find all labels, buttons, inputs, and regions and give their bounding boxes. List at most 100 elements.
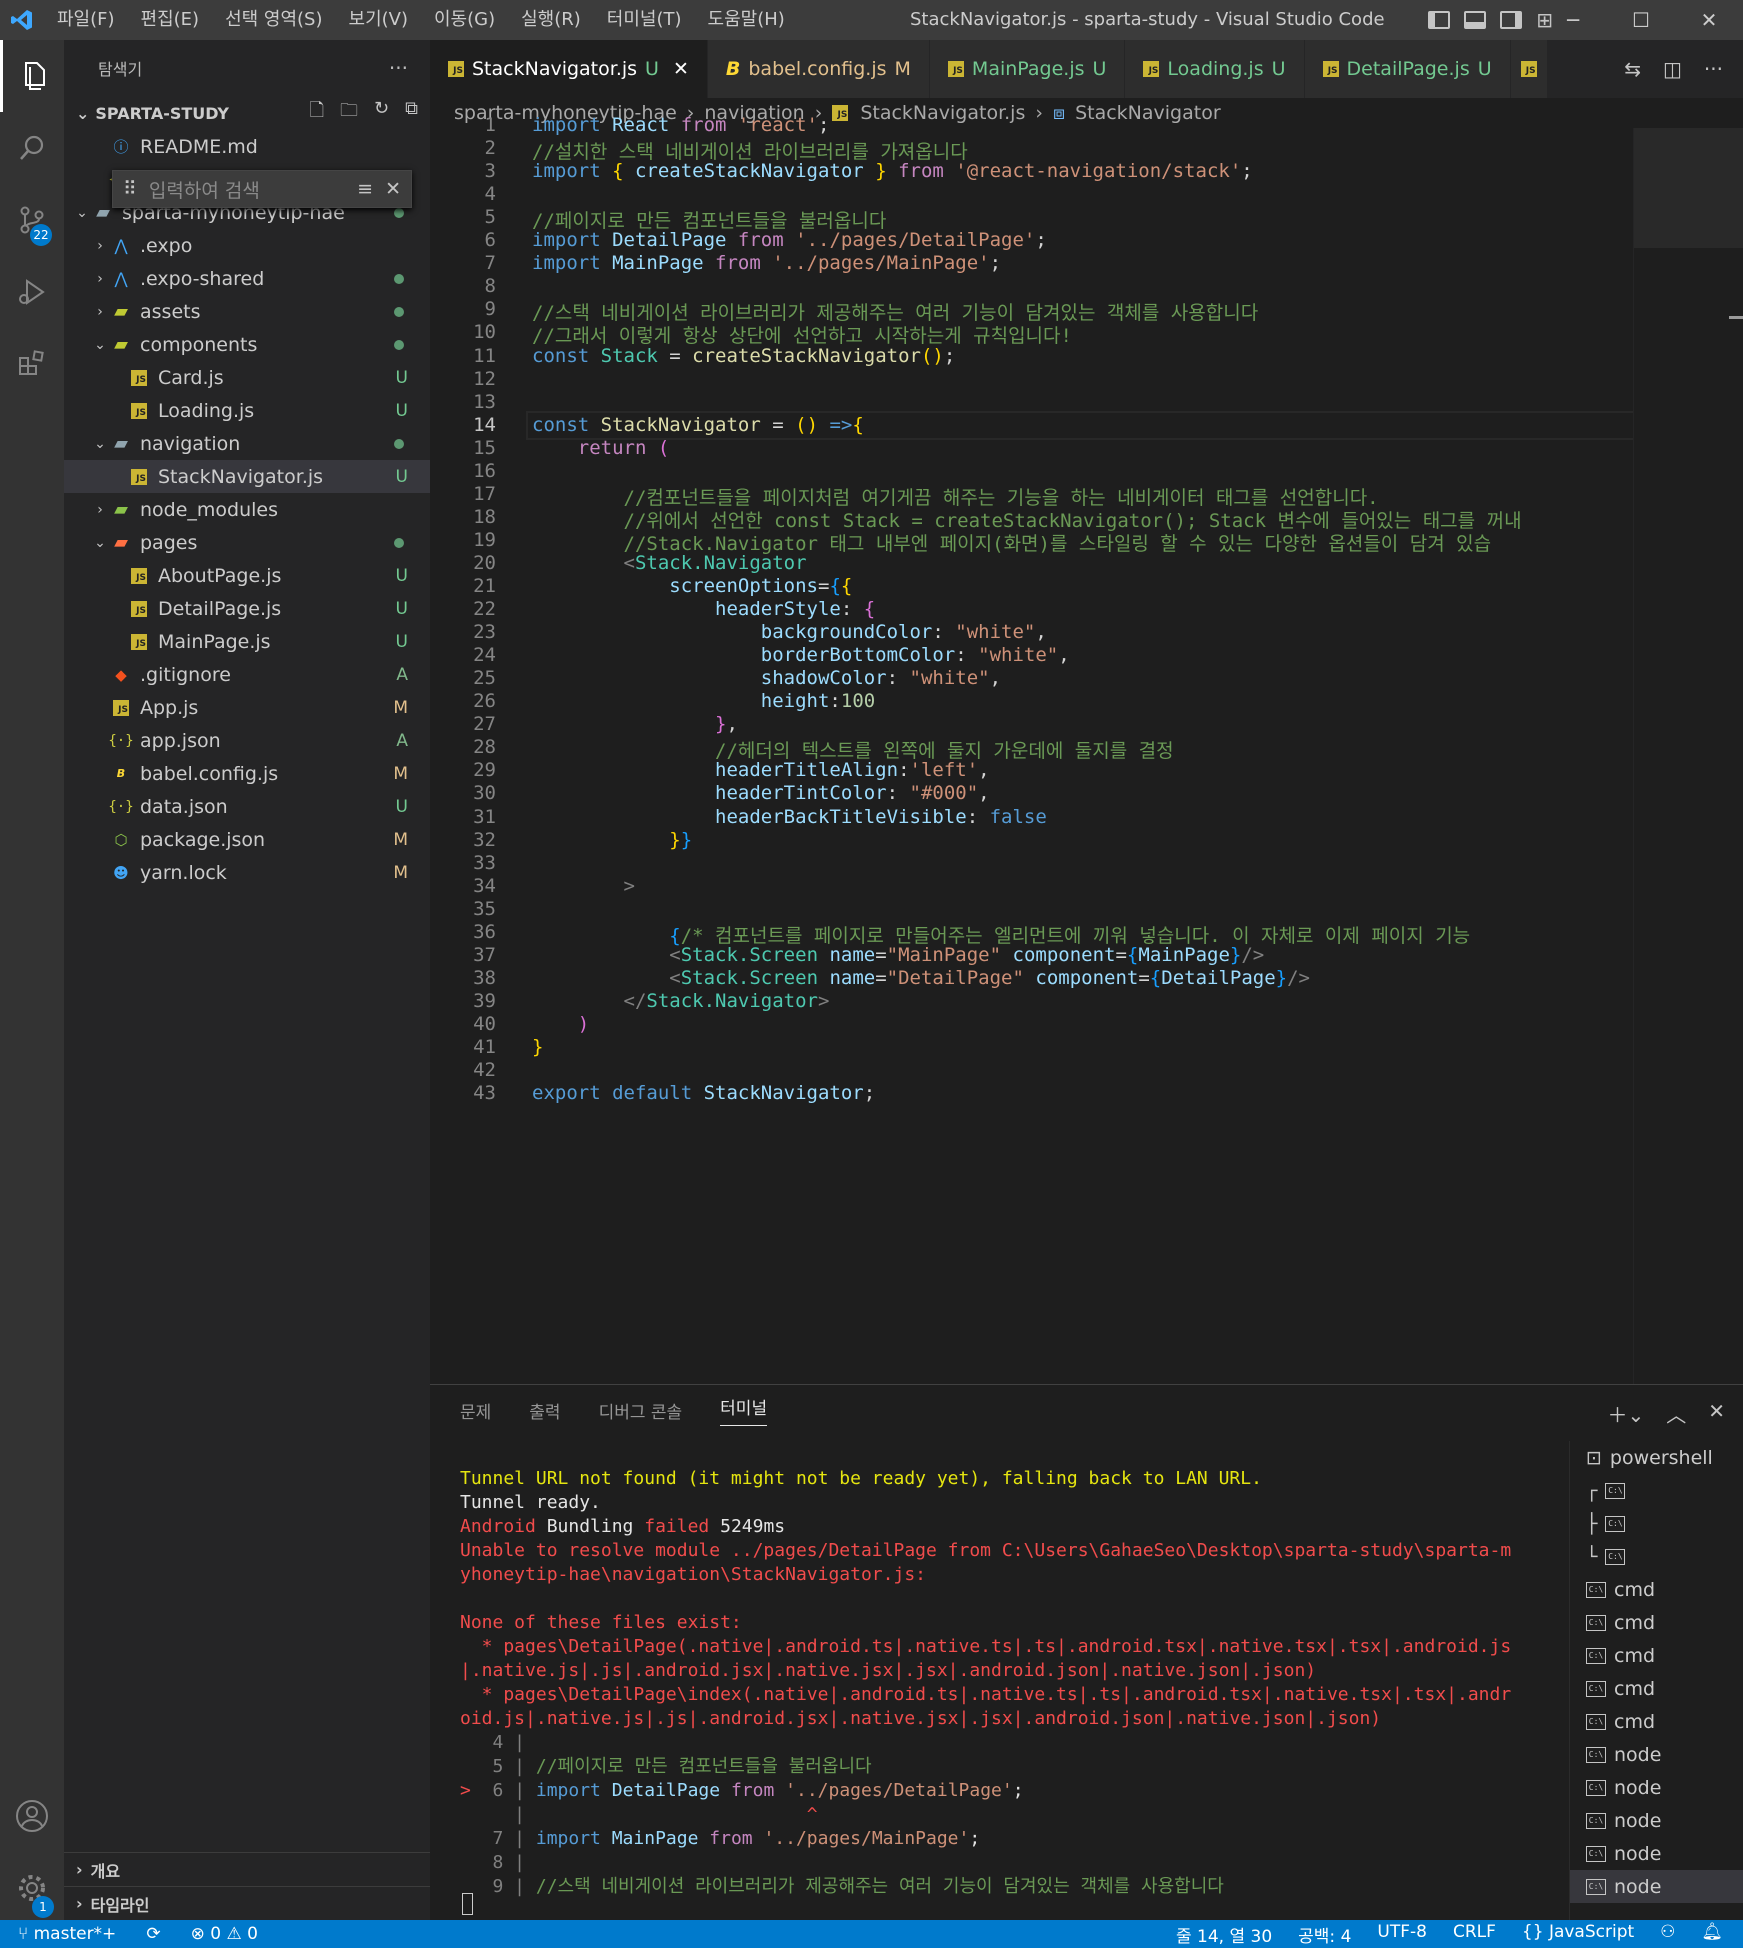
indentation[interactable]: 공백: 4: [1298, 1922, 1351, 1947]
terminal-output[interactable]: Tunnel URL not found (it might not be re…: [460, 1467, 1511, 1899]
terminal-instance[interactable]: └ C:\: [1570, 1540, 1743, 1573]
tree-item[interactable]: JS Loading.js U: [64, 394, 430, 427]
tree-item[interactable]: JS MainPage.js U: [64, 625, 430, 658]
menu-item-0[interactable]: 파일(F): [44, 0, 128, 40]
editor-tab-overflow[interactable]: JS: [1510, 40, 1548, 98]
terminal-instance[interactable]: C:\ cmd: [1570, 1606, 1743, 1639]
maximize-button[interactable]: ☐: [1607, 0, 1675, 40]
editor-tab[interactable]: JS MainPage.js U: [929, 40, 1126, 98]
more-actions-icon[interactable]: ···: [1704, 57, 1723, 81]
editor-tab[interactable]: JS StackNavigator.js U ✕: [430, 40, 708, 98]
editor-tab[interactable]: JS DetailPage.js U: [1304, 40, 1511, 98]
project-header[interactable]: ⌄ SPARTA-STUDY 🗋 🗀 ↻ ⧉: [64, 96, 430, 130]
tree-item[interactable]: ⌄ ▰ components: [64, 328, 430, 361]
terminal-instance[interactable]: C:\ cmd: [1570, 1705, 1743, 1738]
language-mode[interactable]: {} JavaScript: [1522, 1922, 1634, 1947]
code-editor[interactable]: 1 import React from 'react'; 2//설치한 스택 네비게…: [430, 114, 1743, 1384]
breadcrumb-item[interactable]: StackNavigator: [1075, 102, 1221, 124]
tree-item[interactable]: › ▰ assets: [64, 295, 430, 328]
menu-item-6[interactable]: 터미널(T): [594, 0, 695, 40]
terminal-instance[interactable]: ├ C:\: [1570, 1507, 1743, 1540]
tree-item[interactable]: ◆ .gitignore A: [64, 658, 430, 691]
maximize-panel-icon[interactable]: ︿: [1666, 1399, 1686, 1428]
minimap-slider[interactable]: [1634, 128, 1743, 248]
toggle-panel-icon[interactable]: [1464, 11, 1487, 29]
tree-item[interactable]: JS Card.js U: [64, 361, 430, 394]
explorer-activity[interactable]: [0, 40, 64, 112]
menu-item-2[interactable]: 선택 영역(S): [212, 0, 335, 40]
split-editor-icon[interactable]: ◫: [1663, 57, 1682, 81]
terminal-instance[interactable]: C:\ cmd: [1570, 1573, 1743, 1606]
terminal-instance[interactable]: C:\ node: [1570, 1870, 1743, 1903]
tree-item[interactable]: {·} app.json A: [64, 724, 430, 757]
panel-tab[interactable]: 디버그 콘솔: [599, 1398, 683, 1423]
search-activity[interactable]: [0, 112, 64, 184]
panel-tab[interactable]: 출력: [529, 1398, 560, 1423]
tree-item[interactable]: Bbabel.config.js M: [64, 757, 430, 790]
breadcrumb-item[interactable]: StackNavigator.js: [860, 102, 1025, 124]
toggle-secondary-sidebar-icon[interactable]: [1500, 11, 1523, 29]
bell-icon[interactable]: 🔔︎: [1701, 1922, 1723, 1947]
outline-section[interactable]: › 개요: [64, 1852, 430, 1886]
refresh-icon[interactable]: ↻: [374, 98, 389, 128]
panel-tab[interactable]: 문제: [460, 1398, 491, 1423]
close-icon[interactable]: ✕: [385, 178, 401, 200]
close-tab-icon[interactable]: ✕: [673, 58, 689, 80]
encoding[interactable]: UTF-8: [1377, 1922, 1427, 1947]
tree-item[interactable]: › ⋀ .expo-shared: [64, 262, 430, 295]
source-control-activity[interactable]: 22: [0, 184, 64, 256]
tree-filter-input[interactable]: 입력하여 검색: [149, 176, 357, 203]
editor-tab[interactable]: JS Loading.js U: [1125, 40, 1305, 98]
terminal-instance[interactable]: C:\ node: [1570, 1738, 1743, 1771]
tree-item[interactable]: JS App.js M: [64, 691, 430, 724]
drag-handle-icon[interactable]: ⠿: [123, 178, 137, 200]
run-debug-activity[interactable]: [0, 256, 64, 328]
new-folder-icon[interactable]: 🗀: [340, 98, 358, 128]
timeline-section[interactable]: › 타임라인: [64, 1886, 430, 1920]
collapse-all-icon[interactable]: ⧉: [405, 98, 418, 128]
terminal-instance[interactable]: C:\ cmd: [1570, 1672, 1743, 1705]
tree-item[interactable]: {·} data.json U: [64, 790, 430, 823]
tree-item[interactable]: › ▰ node_modules: [64, 493, 430, 526]
compare-changes-icon[interactable]: ⇆: [1624, 57, 1641, 81]
tree-item[interactable]: ☻ yarn.lock M: [64, 856, 430, 889]
close-panel-icon[interactable]: ✕: [1708, 1399, 1725, 1428]
extensions-activity[interactable]: [0, 328, 64, 400]
terminal-instance[interactable]: C:\ cmd: [1570, 1639, 1743, 1672]
terminal-instance[interactable]: C:\ node: [1570, 1837, 1743, 1870]
toggle-sidebar-icon[interactable]: [1428, 11, 1451, 29]
feedback-icon[interactable]: ⚇: [1660, 1922, 1675, 1947]
end-of-line[interactable]: CRLF: [1453, 1922, 1496, 1947]
sync-icon[interactable]: ⟳: [146, 1924, 160, 1944]
tree-item[interactable]: JS AboutPage.js U: [64, 559, 430, 592]
menu-item-4[interactable]: 이동(G): [421, 0, 508, 40]
terminal-instance[interactable]: C:\ node: [1570, 1771, 1743, 1804]
branch-indicator[interactable]: ⑂ master*+: [18, 1924, 116, 1944]
accounts-activity[interactable]: [0, 1780, 64, 1852]
minimap[interactable]: [1633, 128, 1743, 1384]
terminal-instance[interactable]: ⊡ powershell: [1570, 1441, 1743, 1474]
new-terminal-icon[interactable]: ＋⌄: [1607, 1399, 1644, 1428]
new-file-icon[interactable]: 🗋: [310, 98, 324, 128]
tree-item[interactable]: ⌄ ▰ navigation: [64, 427, 430, 460]
terminal-instance[interactable]: C:\ node: [1570, 1804, 1743, 1837]
close-window-button[interactable]: ✕: [1675, 0, 1743, 40]
tree-item[interactable]: ⬡ package.json M: [64, 823, 430, 856]
menu-item-1[interactable]: 편집(E): [128, 0, 213, 40]
tree-item[interactable]: › ⋀ .expo: [64, 229, 430, 262]
minimize-button[interactable]: ─: [1539, 0, 1607, 40]
tree-item[interactable]: ⓘ README.md: [64, 130, 430, 163]
tree-item[interactable]: ⌄ ▰ pages: [64, 526, 430, 559]
problems-indicator[interactable]: ⊗ 0 ⚠ 0: [191, 1924, 258, 1944]
menu-item-5[interactable]: 실행(R): [508, 0, 594, 40]
terminal-instance[interactable]: ┌ C:\: [1570, 1474, 1743, 1507]
panel-tab[interactable]: 터미널: [720, 1394, 768, 1426]
tree-item[interactable]: JS DetailPage.js U: [64, 592, 430, 625]
tree-item[interactable]: JS StackNavigator.js U: [64, 460, 430, 493]
menu-item-3[interactable]: 보기(V): [336, 0, 421, 40]
cursor-position[interactable]: 줄 14, 열 30: [1176, 1922, 1272, 1947]
manage-activity[interactable]: 1: [0, 1852, 64, 1924]
more-actions-icon[interactable]: ···: [389, 56, 408, 80]
menu-item-7[interactable]: 도움말(H): [695, 0, 798, 40]
editor-tab[interactable]: Bbabel.config.js M: [707, 40, 930, 98]
